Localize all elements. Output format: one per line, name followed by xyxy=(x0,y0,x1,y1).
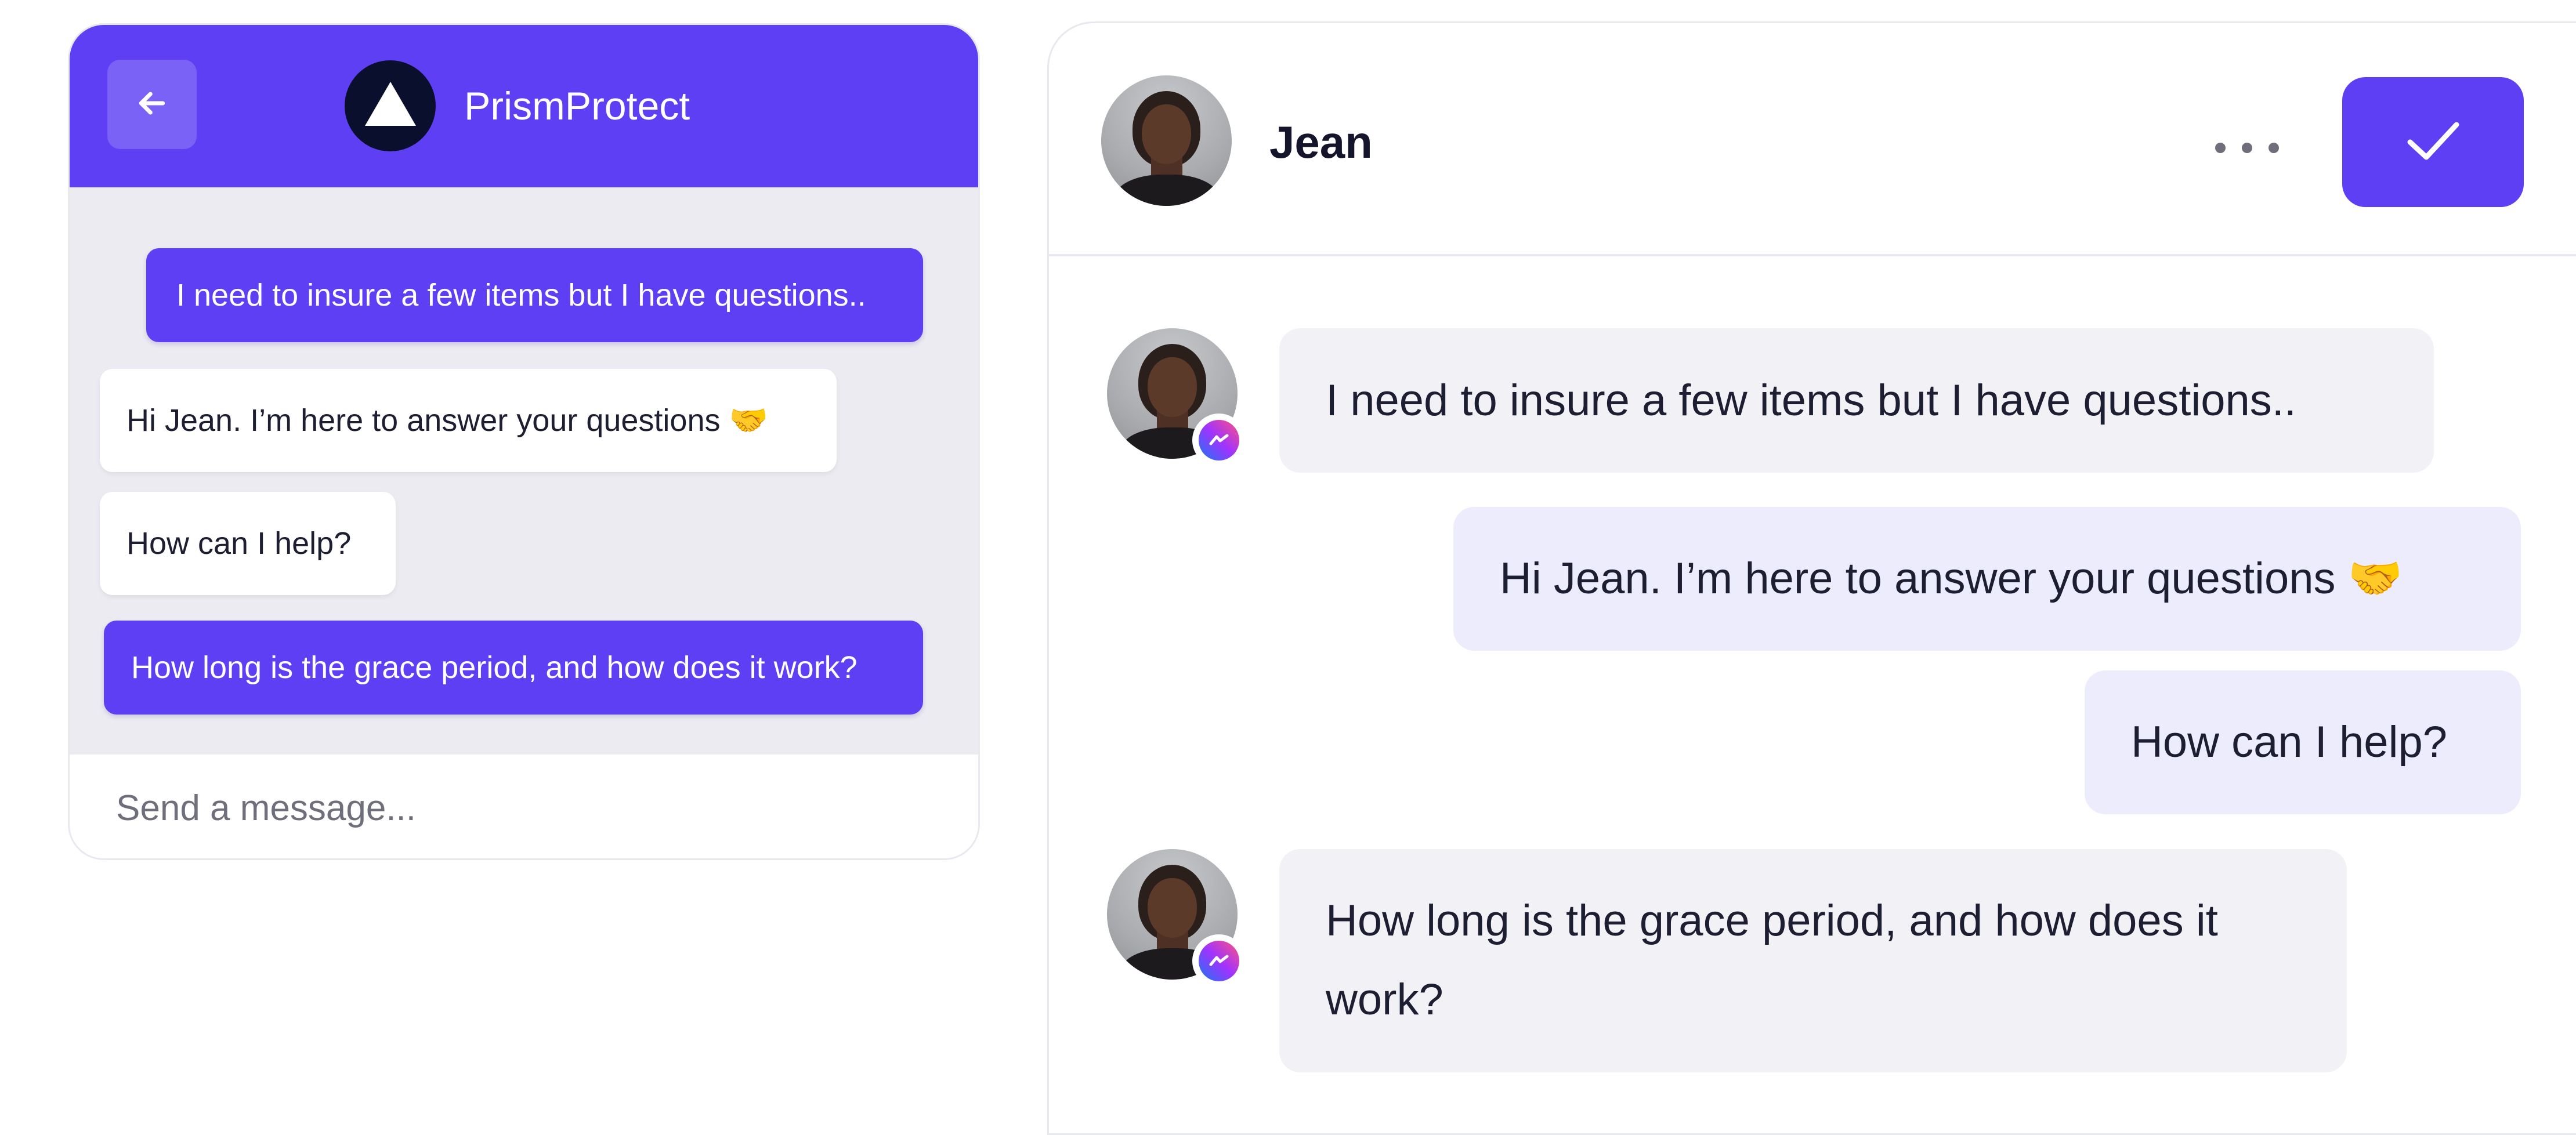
widget-message: I need to insure a few items but I have … xyxy=(146,248,923,342)
brand-name: PrismProtect xyxy=(464,84,690,128)
messenger-icon xyxy=(1199,420,1239,460)
more-horizontal-icon xyxy=(2215,143,2226,153)
more-options-button[interactable] xyxy=(2215,133,2279,162)
widget-message: Hi Jean. I’m here to answer your questio… xyxy=(100,369,837,472)
conversation-header: Jean xyxy=(1049,23,2576,256)
arrow-left-icon xyxy=(133,85,171,125)
brand-logo xyxy=(345,60,436,151)
messenger-badge xyxy=(1192,934,1246,988)
widget-message: How long is the grace period, and how do… xyxy=(104,621,923,715)
back-button[interactable] xyxy=(107,60,197,149)
chat-widget: PrismProtect I need to insure a few item… xyxy=(68,23,980,860)
contact-name: Jean xyxy=(1269,117,1373,168)
check-icon xyxy=(2404,118,2462,167)
chat-message: I need to insure a few items but I have … xyxy=(1279,328,2434,473)
widget-header: PrismProtect xyxy=(70,25,978,187)
confirm-button[interactable] xyxy=(2342,77,2524,207)
avatar xyxy=(1101,75,1232,206)
widget-message-list: I need to insure a few items but I have … xyxy=(70,187,978,755)
messenger-badge xyxy=(1192,414,1246,467)
chat-message: How long is the grace period, and how do… xyxy=(1279,849,2347,1072)
chat-message: Hi Jean. I’m here to answer your questio… xyxy=(1453,507,2521,651)
conversation-panel: Jean I need to insure a few items but I … xyxy=(1047,21,2576,1135)
chat-message: How can I help? xyxy=(2085,670,2521,814)
message-input[interactable] xyxy=(70,755,978,858)
messenger-icon xyxy=(1199,941,1239,981)
widget-message: How can I help? xyxy=(100,492,396,595)
triangle-logo-icon xyxy=(363,79,418,132)
